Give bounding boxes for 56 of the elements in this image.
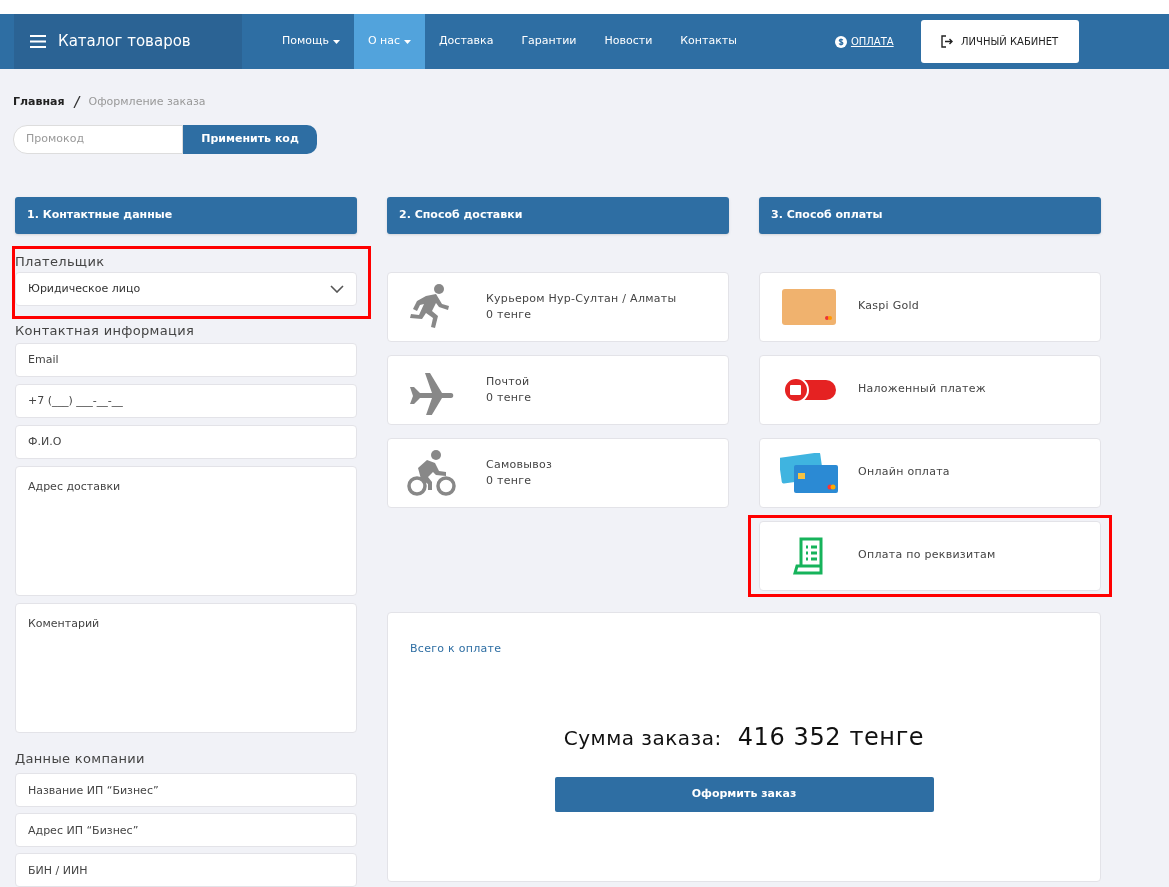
option-name: Онлайн оплата [858, 464, 950, 481]
input-field[interactable]: Название ИП “Бизнес” [15, 773, 357, 807]
input-field[interactable]: Email [15, 342, 357, 377]
option-name: Почтой [486, 373, 531, 390]
input-field[interactable]: Ф.И.О [15, 424, 357, 459]
payment-option[interactable]: Оплата по реквизитам [759, 520, 1101, 591]
nav-item[interactable]: Доставка [425, 14, 508, 69]
section-header: 1. Контактные данные [15, 196, 357, 234]
option-name: Оплата по реквизитам [858, 547, 996, 564]
credit-cards-icon [780, 452, 838, 493]
total-link[interactable]: Всего к оплате [410, 640, 502, 657]
field-label: Данные компании [15, 749, 146, 768]
text-area[interactable]: Коментарий [15, 602, 357, 733]
apply-code-button[interactable]: Применить код [183, 124, 317, 154]
sum-value: 416 352 тенге [737, 722, 925, 753]
field-label: Контактная информация [15, 322, 196, 340]
section-header: 2. Способ доставки [387, 196, 729, 234]
input-field[interactable]: БИН / ИИН [15, 853, 357, 887]
payment-option[interactable]: Kaspi Gold [759, 271, 1101, 342]
option-name: Самовывоз [486, 456, 553, 473]
delivery-option[interactable]: Самовывоз 0 тенге [387, 437, 729, 508]
nav-item[interactable]: Помощь [268, 14, 354, 69]
option-name: Наложенный платеж [858, 381, 986, 398]
place-order-button[interactable]: Оформить заказ [554, 777, 934, 812]
nav-item[interactable]: Контакты [666, 14, 751, 69]
chevron-down-icon [330, 285, 344, 293]
text-area[interactable]: Адрес доставки [15, 465, 357, 596]
option-name: Kaspi Gold [858, 298, 920, 315]
section-header: 3. Способ оплаты [759, 196, 1101, 234]
input-field[interactable]: Адрес ИП “Бизнес” [15, 813, 357, 847]
payer-dropdown[interactable]: Юридическое лицо [15, 272, 357, 306]
slash-icon [72, 96, 81, 109]
card-icon [782, 288, 836, 325]
delivery-option[interactable]: Курьером Нур-Султан / Алматы 0 тенге [387, 271, 729, 342]
delivery-icon [406, 447, 456, 498]
payment-option[interactable]: Онлайн оплата [759, 437, 1101, 508]
delivery-option[interactable]: Почтой 0 тенге [387, 354, 729, 425]
option-price: 0 тенге [486, 389, 532, 406]
promo-code-field[interactable]: Промокод [13, 124, 183, 154]
payment-link[interactable]: ОПЛАТА [850, 34, 894, 49]
payment-option[interactable]: Наложенный платеж [759, 354, 1101, 425]
option-name: Курьером Нур-Султан / Алматы [486, 290, 677, 307]
nav-item[interactable]: Гарантии [507, 14, 591, 69]
input-field[interactable]: +7 (___) ___-__-__ [15, 383, 357, 418]
catalog-menu-button[interactable]: Каталог товаров [14, 14, 242, 69]
field-label: Плательщик [15, 252, 106, 271]
breadcrumb-current: Оформление заказа [88, 94, 206, 110]
sum-label: Сумма заказа: [563, 725, 722, 752]
option-price: 0 тенге [486, 472, 533, 489]
nav-item[interactable]: Новости [590, 14, 667, 69]
logout-icon [941, 35, 954, 48]
breadcrumb-link[interactable]: Главная [13, 94, 65, 111]
dollar-icon [834, 35, 847, 48]
option-price: 0 тенге [486, 306, 533, 323]
menu-icon [30, 35, 46, 48]
account-button[interactable]: ЛИЧНЫЙ КАБИНЕТ [920, 20, 1079, 63]
